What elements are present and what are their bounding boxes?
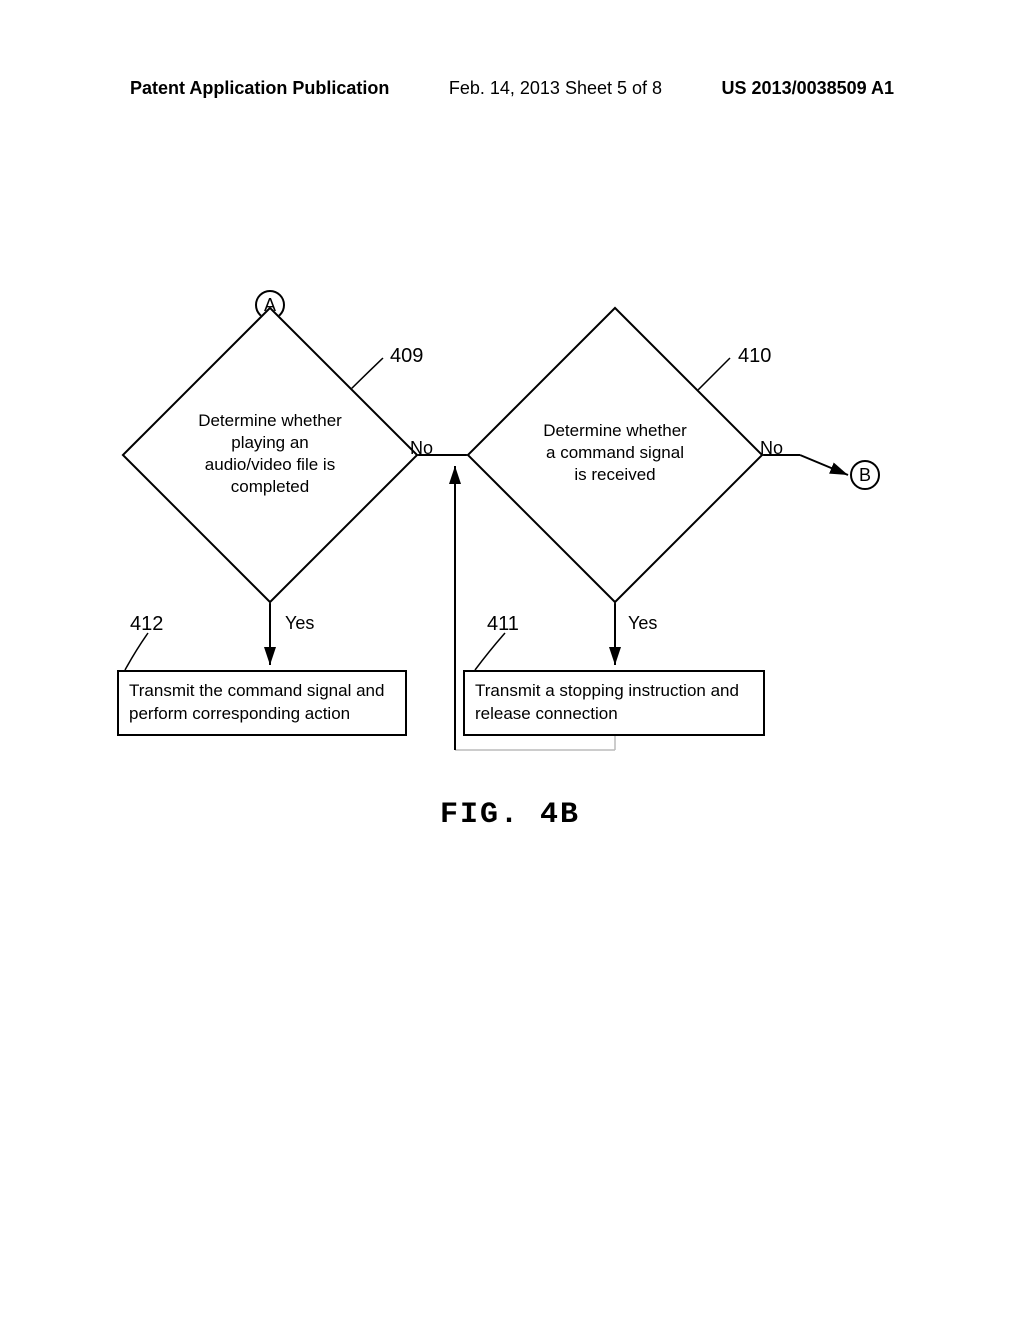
connector-b-label: B <box>859 465 871 486</box>
publication-date-sheet: Feb. 14, 2013 Sheet 5 of 8 <box>449 78 662 99</box>
process-411: Transmit a stopping instruction and rele… <box>463 670 765 736</box>
page-header: Patent Application Publication Feb. 14, … <box>0 78 1024 99</box>
edge-no-409: No <box>410 438 433 459</box>
publication-type: Patent Application Publication <box>130 78 389 99</box>
ref-410: 410 <box>738 345 771 368</box>
figure-label: FIG. 4B <box>100 798 920 832</box>
publication-number: US 2013/0038509 A1 <box>722 78 894 99</box>
process-412: Transmit the command signal and perform … <box>117 670 407 736</box>
edge-yes-410: Yes <box>628 613 657 634</box>
process-412-text: Transmit the command signal and perform … <box>129 681 384 723</box>
connector-b: B <box>850 460 880 490</box>
ref-411: 411 <box>487 613 519 636</box>
edge-yes-409: Yes <box>285 613 314 634</box>
decision-410 <box>467 307 764 604</box>
process-411-text: Transmit a stopping instruction and rele… <box>475 681 739 723</box>
flowchart-diagram: A B Determine whether playing an audio/v… <box>100 290 920 810</box>
edge-no-410: No <box>760 438 783 459</box>
decision-409 <box>122 307 419 604</box>
ref-409: 409 <box>390 345 423 368</box>
ref-412: 412 <box>130 613 163 636</box>
